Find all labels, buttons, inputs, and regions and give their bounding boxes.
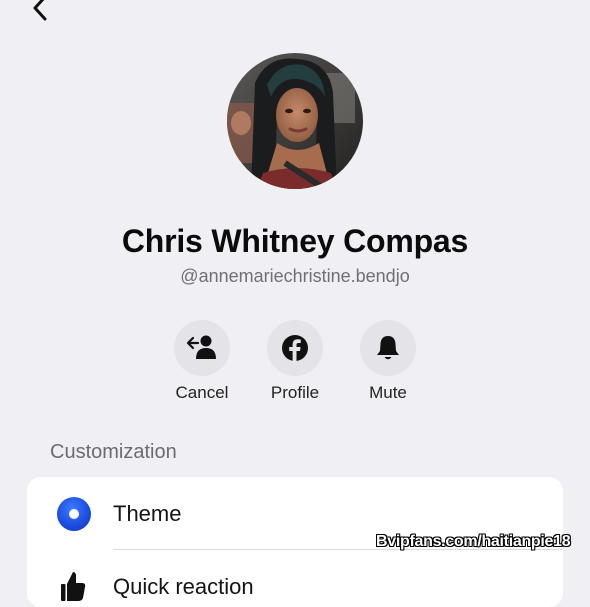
profile-button-circle[interactable]	[267, 320, 323, 376]
top-bar	[0, 0, 590, 30]
quick-reaction-icon	[61, 572, 86, 601]
cancel-label: Cancel	[175, 383, 229, 402]
bell-icon	[377, 336, 399, 360]
profile-photo	[227, 53, 363, 189]
avatar[interactable]	[227, 53, 363, 189]
cancel-request-icon	[186, 335, 216, 359]
customization-heading: Customization	[50, 441, 177, 463]
mute-button-circle[interactable]	[360, 320, 416, 376]
action-buttons: Cancel Profile Mute	[0, 320, 590, 410]
back-button[interactable]	[26, 0, 56, 24]
mute-label: Mute	[369, 383, 407, 402]
cancel-button[interactable]: Cancel	[152, 320, 252, 403]
profile-label: Profile	[270, 383, 320, 402]
watermark: Bvipfans.com/haitianpie18	[376, 533, 571, 550]
profile-button[interactable]: Profile	[245, 320, 345, 403]
cancel-button-circle[interactable]	[174, 320, 230, 376]
profile-handle: @annemariechristine.bendjo	[180, 266, 410, 286]
theme-icon	[57, 497, 91, 531]
mute-button[interactable]: Mute	[338, 320, 438, 403]
quick-reaction-row[interactable]: Quick reaction	[27, 550, 563, 607]
facebook-icon	[282, 335, 308, 362]
quick-reaction-label: Quick reaction	[113, 574, 254, 599]
profile-name: Chris Whitney Compas	[121, 223, 469, 259]
chevron-left-icon	[33, 0, 47, 21]
theme-label: Theme	[113, 501, 182, 526]
